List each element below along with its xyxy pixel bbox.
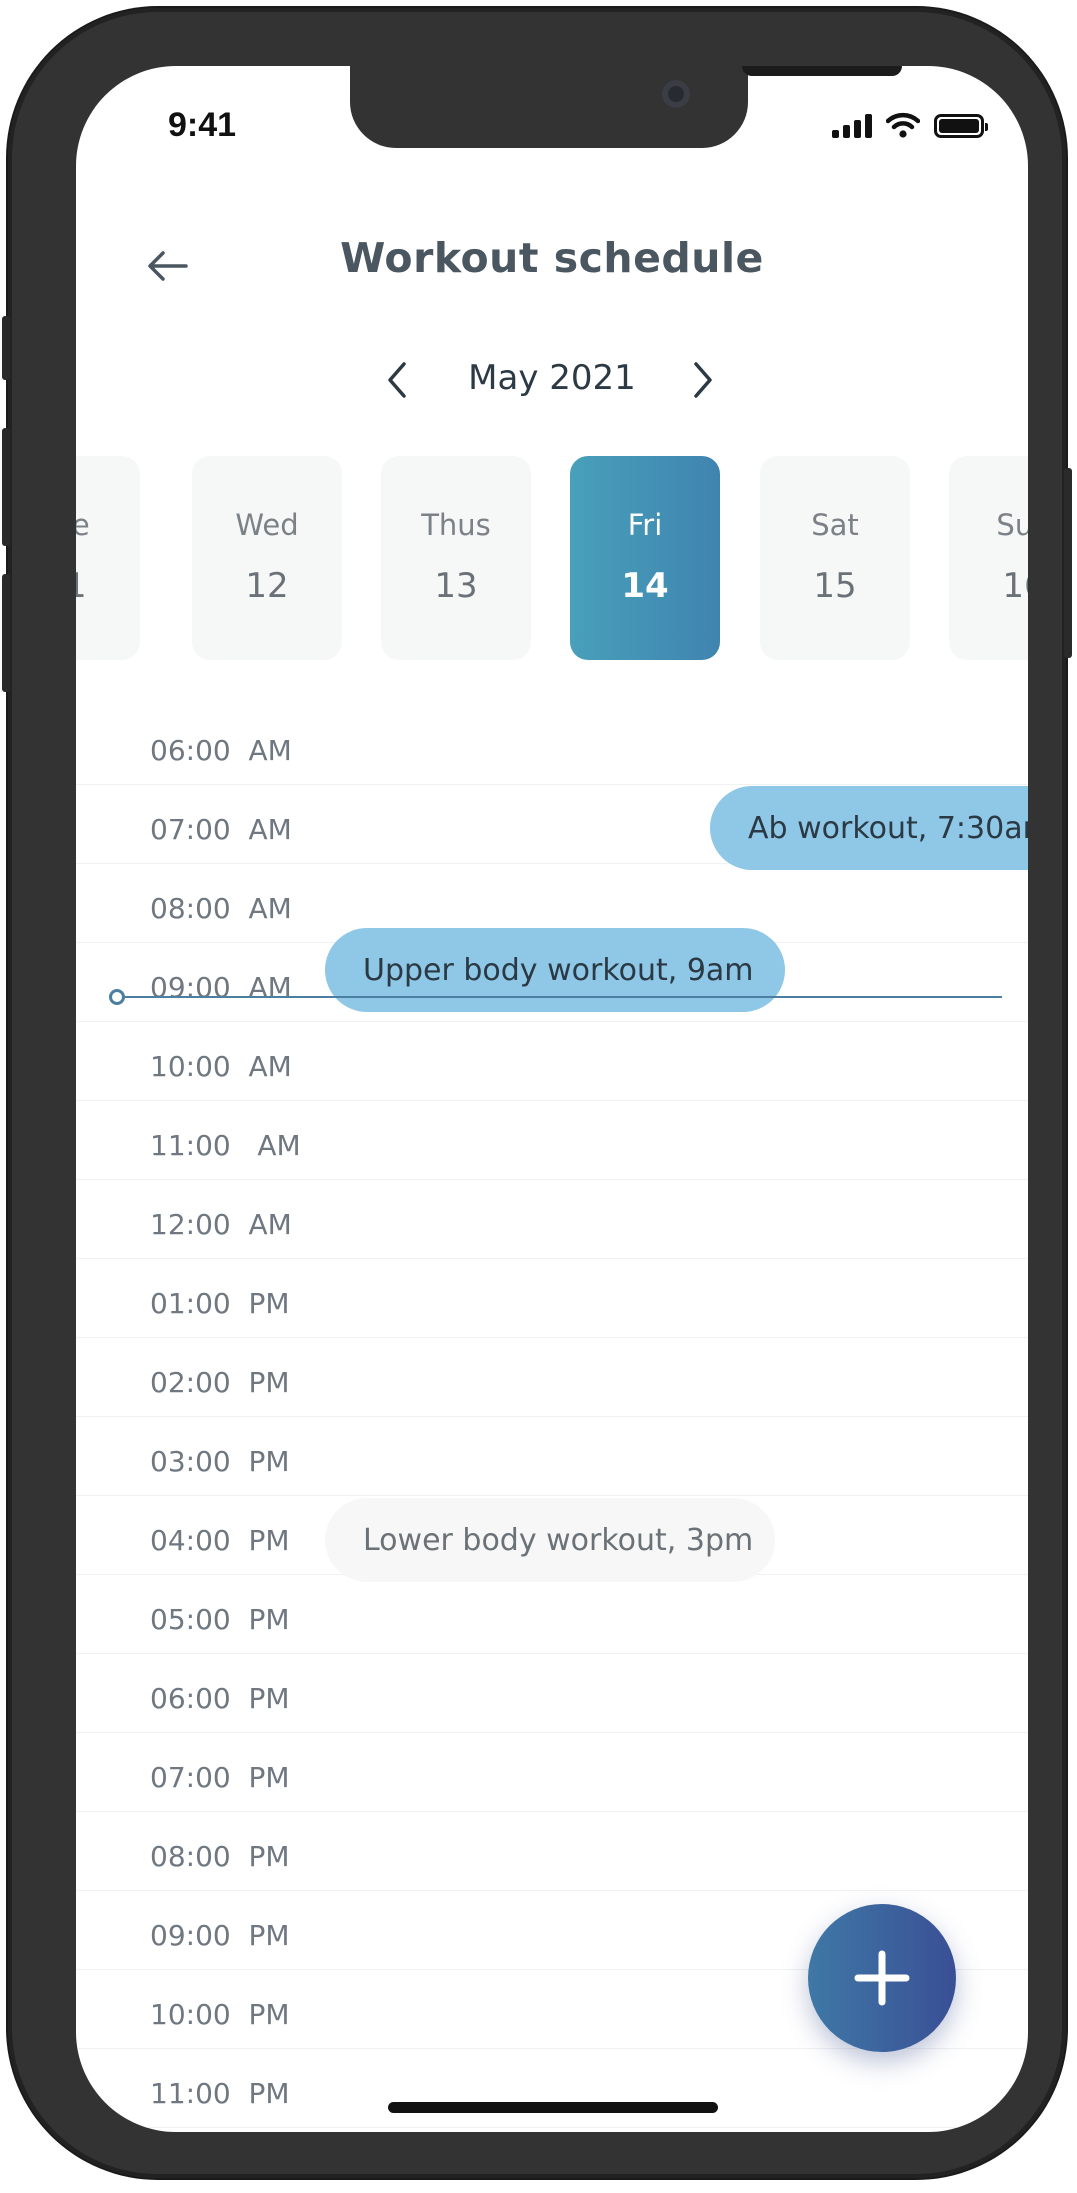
- add-workout-button[interactable]: [808, 1904, 956, 2052]
- status-time: 9:41: [168, 106, 237, 144]
- day-name: Tue: [76, 508, 90, 542]
- wifi-icon: [886, 112, 920, 138]
- volume-down-button: [2, 574, 10, 692]
- time-slot[interactable]: 08:00 PM: [76, 1812, 1028, 1891]
- time-label: 09:00 PM: [150, 1919, 290, 1952]
- slot-divider: [76, 2127, 1028, 2128]
- power-button: [1064, 468, 1072, 658]
- month-navigator: May 2021: [76, 346, 1028, 416]
- month-label: May 2021: [468, 358, 636, 398]
- time-slot[interactable]: 01:00 PM: [76, 1259, 1028, 1338]
- time-label: 11:00 PM: [150, 2077, 290, 2110]
- day-thu[interactable]: Thus 13: [381, 456, 531, 660]
- app-screen: 9:41 Workout schedule May 2021 e Wed 12 …: [76, 66, 1028, 2132]
- time-slot[interactable]: 11:00 PM: [76, 2049, 1028, 2128]
- time-label: 02:00 PM: [150, 1366, 290, 1399]
- time-slot[interactable]: 05:00 PM: [76, 1575, 1028, 1654]
- day-fri-selected[interactable]: Fri 14: [570, 456, 720, 660]
- cellular-signal-icon: [832, 114, 872, 138]
- volume-up-button: [2, 428, 10, 546]
- time-label: 01:00 PM: [150, 1287, 290, 1320]
- day-number: 12: [245, 566, 289, 606]
- time-label: 09:00 AM: [150, 971, 292, 1004]
- current-time-line: [116, 996, 1002, 998]
- day-name: Wed: [235, 508, 299, 542]
- event-ab-workout[interactable]: Ab workout, 7:30am: [710, 786, 1028, 870]
- day-name: Thus: [421, 508, 491, 542]
- time-slot[interactable]: 11:00 AM: [76, 1101, 1028, 1180]
- time-label: 08:00 PM: [150, 1840, 290, 1873]
- day-name: Fri: [627, 508, 663, 542]
- chevron-right-icon: [694, 362, 712, 398]
- time-label: 08:00 AM: [150, 892, 292, 925]
- day-tue[interactable]: Tue 11: [76, 456, 140, 660]
- day-wed[interactable]: Wed 12: [192, 456, 342, 660]
- time-slot[interactable]: 06:00 PM: [76, 1654, 1028, 1733]
- time-slot[interactable]: 06:00 AM: [76, 706, 1028, 785]
- day-name: Sat: [811, 508, 859, 542]
- event-upper-body-workout[interactable]: Upper body workout, 9am: [325, 928, 785, 1012]
- time-slot[interactable]: 12:00 AM: [76, 1180, 1028, 1259]
- time-slot[interactable]: 03:00 PM: [76, 1417, 1028, 1496]
- time-label: 06:00 PM: [150, 1682, 290, 1715]
- front-camera: [662, 80, 690, 108]
- time-label: 10:00 AM: [150, 1050, 292, 1083]
- next-month-button[interactable]: [678, 352, 728, 408]
- time-label: 04:00 PM: [150, 1524, 290, 1557]
- day-name: Sun: [996, 508, 1028, 542]
- notch: [350, 66, 902, 148]
- day-number: 16: [1002, 566, 1028, 606]
- status-icons: [832, 112, 988, 138]
- time-label: 07:00 AM: [150, 813, 292, 846]
- time-label: 07:00 PM: [150, 1761, 290, 1794]
- time-label: 11:00 AM: [150, 1129, 301, 1162]
- time-slot[interactable]: 10:00 AM: [76, 1022, 1028, 1101]
- event-lower-body-workout[interactable]: Lower body workout, 3pm: [325, 1498, 775, 1582]
- page-title: Workout schedule: [340, 234, 764, 282]
- home-indicator[interactable]: [388, 2102, 718, 2113]
- battery-icon: [934, 114, 988, 138]
- time-slot[interactable]: 07:00 PM: [76, 1733, 1028, 1812]
- time-label: 12:00 AM: [150, 1208, 292, 1241]
- day-selector: Tue 11 Wed 12 Thus 13 Fri 14 Sat 15 Sun …: [76, 456, 1028, 662]
- time-slot[interactable]: 02:00 PM: [76, 1338, 1028, 1417]
- day-number: 14: [621, 566, 669, 606]
- phone-frame: 9:41 Workout schedule May 2021 e Wed 12 …: [2, 8, 1072, 2178]
- day-sat[interactable]: Sat 15: [760, 456, 910, 660]
- time-label: 05:00 PM: [150, 1603, 290, 1636]
- speaker: [742, 66, 902, 76]
- time-label: 03:00 PM: [150, 1445, 290, 1478]
- day-number: 13: [434, 566, 478, 606]
- mute-switch: [2, 316, 10, 380]
- current-time-dot: [109, 989, 125, 1005]
- plus-icon: [854, 1950, 910, 2006]
- time-label: 10:00 PM: [150, 1998, 290, 2031]
- day-number: 11: [76, 566, 140, 606]
- day-sun[interactable]: Sun 16: [949, 456, 1028, 660]
- day-number: 15: [813, 566, 857, 606]
- time-label: 06:00 AM: [150, 734, 292, 767]
